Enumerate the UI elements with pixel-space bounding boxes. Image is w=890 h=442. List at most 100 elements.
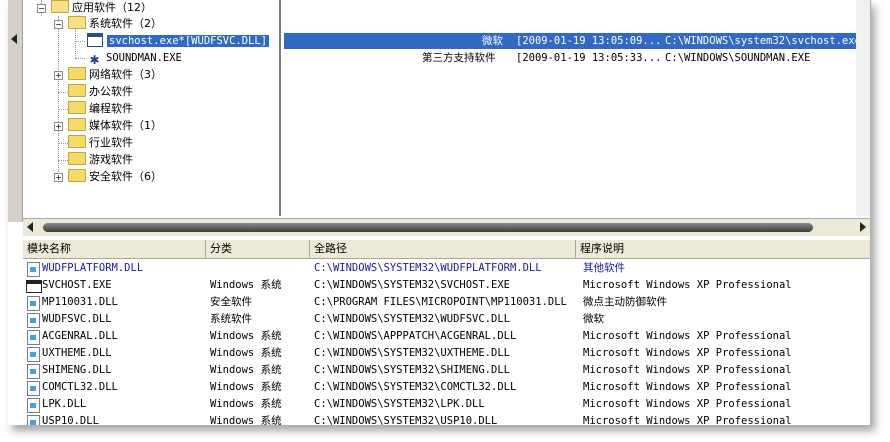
module-category: Windows 系统 [210, 381, 282, 393]
tree-node-security[interactable]: + 安全软件（6） [54, 169, 162, 185]
collapse-toggle-icon[interactable]: − [54, 20, 63, 29]
module-name: LPK.DLL [42, 398, 87, 410]
column-header-full-path[interactable]: 全路径 [310, 240, 576, 258]
module-path: C:\WINDOWS\SYSTEM32\LPK.DLL [314, 398, 485, 410]
module-description: Microsoft Windows XP Professional [583, 415, 792, 425]
folder-icon [68, 67, 86, 80]
module-row[interactable]: LPK.DLL Windows 系统 C:\WINDOWS\SYSTEM32\L… [23, 396, 870, 413]
tree-node-soundman[interactable]: ✱ SOUNDMAN.EXE [87, 50, 182, 67]
tree-node-industry[interactable]: 行业软件 [68, 135, 133, 151]
dll-icon [27, 347, 40, 362]
dll-icon [27, 296, 40, 311]
tree-node-office[interactable]: 办公软件 [68, 84, 133, 100]
folder-icon [68, 152, 86, 165]
module-name: SHIMENG.DLL [42, 364, 112, 376]
tree-node-system[interactable]: − 系统软件（2） [54, 16, 162, 32]
tree-node-label: SOUNDMAN.EXE [106, 52, 182, 64]
dll-icon [27, 415, 40, 425]
module-row[interactable]: USP10.DLL Windows 系统 C:\WINDOWS\SYSTEM32… [23, 413, 870, 425]
module-row[interactable]: WUDFPLATFORM.DLL C:\WINDOWS\SYSTEM32\WUD… [23, 260, 870, 277]
process-vendor: 微软 [482, 35, 503, 47]
expand-toggle-icon[interactable]: + [54, 173, 63, 182]
module-row[interactable]: WUDFSVC.DLL 系统软件 C:\WINDOWS\SYSTEM32\WUD… [23, 311, 870, 328]
scroll-right-icon[interactable] [860, 222, 866, 232]
module-row[interactable]: SVCHOST.EXE Windows 系统 C:\WINDOWS\SYSTEM… [23, 277, 870, 294]
tree-node-apps[interactable]: − 应用软件（12） [37, 0, 152, 16]
folder-icon [68, 169, 86, 182]
dll-icon [27, 262, 40, 277]
process-path: C:\WINDOWS\system32\svchost.exe [665, 35, 861, 47]
module-description: Microsoft Windows XP Professional [583, 330, 792, 342]
module-name: USP10.DLL [42, 415, 99, 425]
module-row[interactable]: COMCTL32.DLL Windows 系统 C:\WINDOWS\SYSTE… [23, 379, 870, 396]
tree-node-label: 行业软件 [89, 136, 133, 149]
exe-icon [26, 280, 42, 293]
module-path: C:\WINDOWS\SYSTEM32\USP10.DLL [314, 415, 498, 425]
tree-node-games[interactable]: 游戏软件 [68, 152, 133, 168]
collapse-toggle-icon[interactable]: − [37, 4, 46, 13]
column-header-category[interactable]: 分类 [206, 240, 310, 258]
dll-icon [27, 313, 40, 328]
expand-toggle-icon[interactable]: + [54, 122, 63, 131]
module-path: C:\WINDOWS\APPPATCH\ACGENRAL.DLL [314, 330, 517, 342]
module-path: C:\WINDOWS\SYSTEM32\COMCTL32.DLL [314, 381, 517, 393]
process-row[interactable]: 第三方支持软件 [2009-01-19 13:05:33... C:\WINDO… [284, 50, 856, 66]
process-list: 微软 [2009-01-19 13:05:09... C:\WINDOWS\sy… [282, 0, 870, 216]
module-name: WUDFSVC.DLL [42, 313, 112, 325]
tree-node-label: 媒体软件（1） [89, 119, 162, 132]
module-name: SVCHOST.EXE [42, 279, 112, 291]
tree-node-label: 安全软件（6） [89, 170, 162, 183]
category-tree: − 应用软件（12） − 系统软件（2） svchost.exe*[WUDFSV… [23, 0, 281, 216]
scroll-left-icon[interactable] [27, 222, 33, 232]
module-category: Windows 系统 [210, 279, 282, 291]
module-description: 微软 [583, 313, 604, 325]
module-description: 微点主动防御软件 [583, 296, 667, 308]
folder-icon [68, 101, 86, 114]
collapse-arrow-icon[interactable] [11, 34, 17, 44]
module-category: 安全软件 [210, 296, 252, 308]
horizontal-scrollbar[interactable] [23, 218, 870, 236]
tree-node-svchost[interactable]: svchost.exe*[WUDFSVC.DLL] [87, 33, 270, 49]
dll-icon [27, 398, 40, 413]
process-vendor: 第三方支持软件 [422, 52, 496, 64]
tree-node-programming[interactable]: 编程软件 [68, 101, 133, 117]
column-header-description[interactable]: 程序说明 [576, 240, 870, 258]
module-description: Microsoft Windows XP Professional [583, 347, 792, 359]
module-name: UXTHEME.DLL [42, 347, 112, 359]
module-path: C:\PROGRAM FILES\MICROPOINT\MP110031.DLL [314, 296, 567, 308]
module-category: Windows 系统 [210, 415, 282, 425]
scrollbar-thumb[interactable] [43, 223, 813, 232]
tree-node-label: 网络软件（3） [89, 68, 162, 81]
dll-icon [27, 330, 40, 345]
module-description: Microsoft Windows XP Professional [583, 364, 792, 376]
folder-icon [68, 135, 86, 148]
main-window: − 应用软件（12） − 系统软件（2） svchost.exe*[WUDFSV… [8, 0, 871, 425]
module-row[interactable]: UXTHEME.DLL Windows 系统 C:\WINDOWS\SYSTEM… [23, 345, 870, 362]
tree-node-label: 应用软件（12） [72, 1, 152, 14]
process-time: [2009-01-19 13:05:09... [516, 35, 662, 47]
module-name: ACGENRAL.DLL [42, 330, 118, 342]
module-row[interactable]: SHIMENG.DLL Windows 系统 C:\WINDOWS\SYSTEM… [23, 362, 870, 379]
column-header-module-name[interactable]: 模块名称 [23, 240, 206, 258]
module-path: C:\WINDOWS\SYSTEM32\SHIMENG.DLL [314, 364, 510, 376]
process-vertical-scrollbar[interactable] [856, 0, 870, 216]
module-category: Windows 系统 [210, 364, 282, 376]
module-category: Windows 系统 [210, 347, 282, 359]
module-description: 其他软件 [583, 262, 625, 274]
tree-node-media[interactable]: + 媒体软件（1） [54, 118, 162, 134]
left-collapse-strip[interactable] [8, 0, 23, 222]
module-category: Windows 系统 [210, 398, 282, 410]
module-table-header: 模块名称 分类 全路径 程序说明 [23, 240, 870, 259]
tree-node-label: 编程软件 [89, 102, 133, 115]
module-row[interactable]: ACGENRAL.DLL Windows 系统 C:\WINDOWS\APPPA… [23, 328, 870, 345]
expand-toggle-icon[interactable]: + [54, 71, 63, 80]
module-name: MP110031.DLL [42, 296, 118, 308]
module-name: WUDFPLATFORM.DLL [42, 262, 144, 274]
tree-node-network[interactable]: + 网络软件（3） [54, 67, 162, 83]
folder-icon [68, 84, 86, 97]
dll-icon [27, 364, 40, 379]
module-row[interactable]: MP110031.DLL 安全软件 C:\PROGRAM FILES\MICRO… [23, 294, 870, 311]
module-category: Windows 系统 [210, 330, 282, 342]
process-row-selected[interactable]: 微软 [2009-01-19 13:05:09... C:\WINDOWS\sy… [284, 33, 861, 49]
folder-open-icon [51, 0, 69, 13]
